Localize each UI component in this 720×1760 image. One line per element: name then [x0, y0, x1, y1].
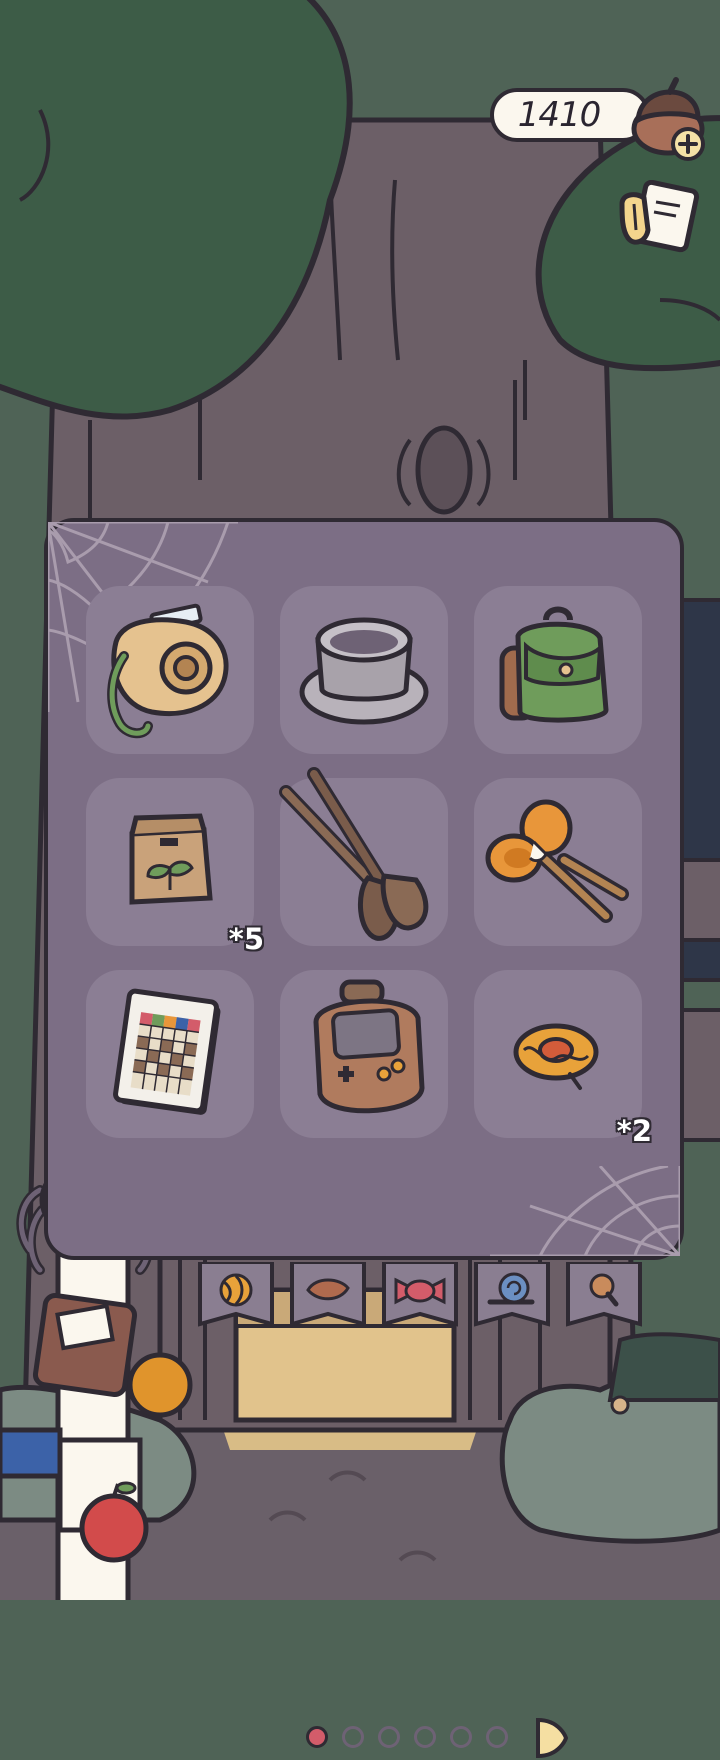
page-dot-3[interactable] [378, 1726, 400, 1748]
notebook-icon [113, 988, 221, 1115]
inventory-slot-teacup[interactable] [280, 586, 448, 754]
page-dot-6[interactable] [486, 1726, 508, 1748]
category-tab-search[interactable] [566, 1260, 642, 1336]
item-count: *5 [228, 922, 264, 956]
paddles-icon [279, 767, 429, 941]
inventory-slot-candy[interactable]: *2 [474, 970, 652, 1148]
page-dot-4[interactable] [414, 1726, 436, 1748]
inventory-slot-rattle-drums[interactable] [474, 778, 642, 946]
leaf-icon [290, 1260, 366, 1327]
inventory-slot-backpack[interactable] [474, 586, 642, 754]
inventory-panel: *5 *2 [44, 518, 684, 1759]
page-dot-1[interactable] [306, 1726, 328, 1748]
category-tab-candy[interactable] [382, 1260, 458, 1336]
category-tab-snail[interactable] [474, 1260, 550, 1336]
backpack-icon [499, 606, 609, 723]
snail-icon [474, 1260, 550, 1327]
page-dot-5[interactable] [450, 1726, 472, 1748]
seed-bag-icon [129, 813, 213, 905]
category-tab-toys[interactable] [198, 1260, 274, 1336]
page-indicator [306, 1716, 568, 1760]
rattle-drum-icon [485, 799, 629, 923]
inventory-slot-game-console[interactable] [280, 970, 448, 1138]
inventory-slot-seed-bag[interactable]: *5 [86, 778, 264, 956]
candy-icon [513, 1023, 599, 1090]
inventory-slot-camera[interactable] [86, 586, 254, 754]
striped-ball-icon [198, 1260, 274, 1327]
acorn-plus-icon[interactable] [626, 74, 710, 164]
acorn-count: 1410 [517, 95, 602, 135]
teacup-icon [299, 617, 429, 725]
page-dot-2[interactable] [342, 1726, 364, 1748]
next-page-arrow-icon[interactable] [532, 1716, 568, 1760]
item-count: *2 [616, 1114, 652, 1148]
game-console-icon [313, 979, 425, 1114]
inventory-slot-notebook[interactable] [86, 970, 254, 1138]
hand-note-icon[interactable] [618, 179, 702, 258]
inventory-slot-paddles[interactable] [279, 767, 448, 946]
category-tab-leaf[interactable] [290, 1260, 366, 1336]
magnifier-icon [566, 1260, 642, 1327]
wrapped-candy-icon [382, 1260, 458, 1327]
camera-icon [107, 603, 229, 739]
cobweb-bottom-right-decoration [490, 1166, 680, 1256]
